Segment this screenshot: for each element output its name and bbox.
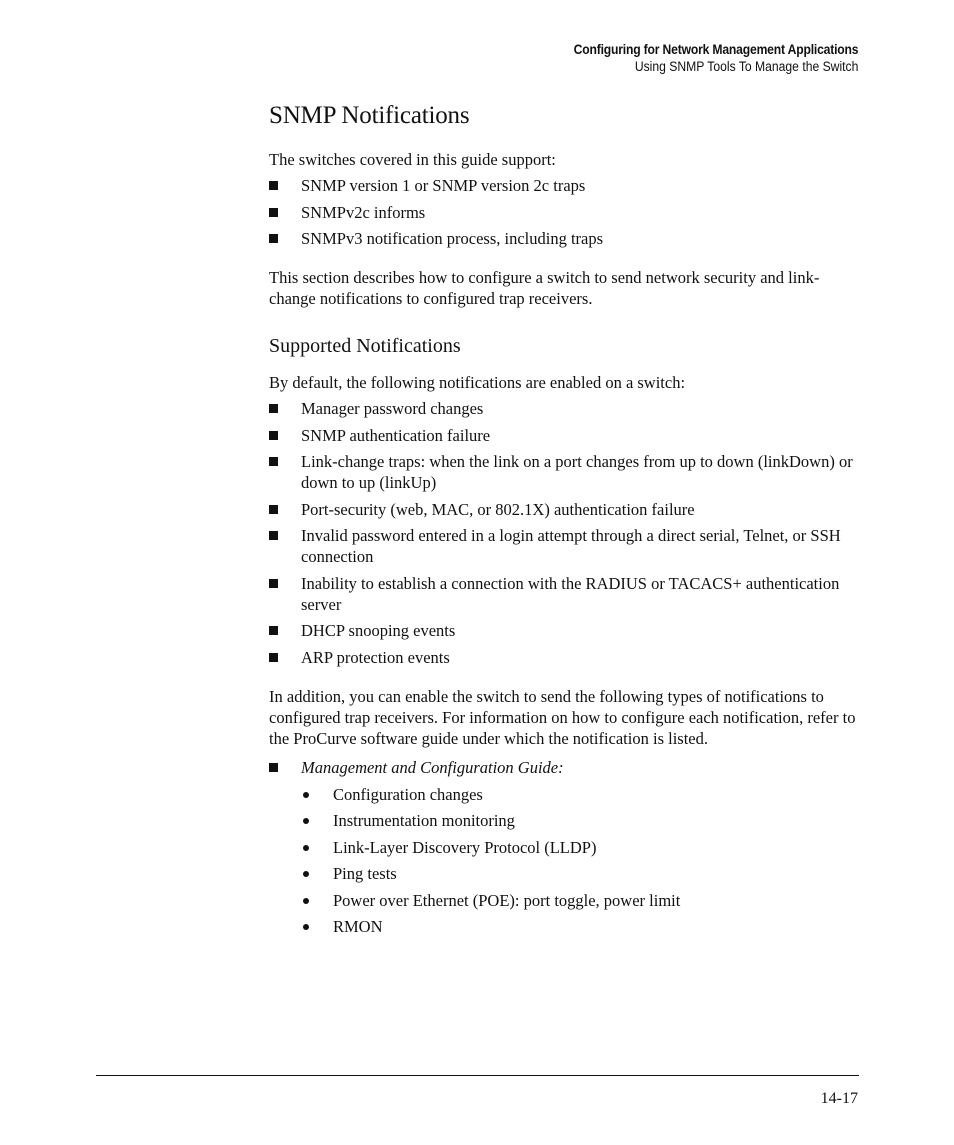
page-content: SNMP Notifications The switches covered …	[269, 100, 861, 943]
footer-divider	[96, 1075, 859, 1076]
description-text: This section describes how to configure …	[269, 268, 820, 308]
subsection-title: Supported Notifications	[269, 335, 461, 357]
list-item: Power over Ethernet (POE): port toggle, …	[301, 890, 861, 911]
round-bullet-icon	[303, 844, 309, 851]
list-item: Link-Layer Discovery Protocol (LLDP)	[301, 837, 861, 858]
list-item: Port-security (web, MAC, or 802.1X) auth…	[269, 499, 861, 520]
square-bullet-icon	[269, 404, 278, 413]
default-notifications-list: Manager password changes SNMP authentica…	[269, 398, 861, 668]
square-bullet-icon	[269, 457, 278, 466]
default-intro-text: By default, the following notifications …	[269, 373, 686, 392]
support-list: SNMP version 1 or SNMP version 2c traps …	[269, 175, 861, 249]
list-item: ARP protection events	[269, 647, 861, 668]
list-item: Manager password changes	[269, 398, 861, 419]
additional-intro-text: In addition, you can enable the switch t…	[269, 686, 856, 748]
intro-text: The switches covered in this guide suppo…	[269, 150, 556, 169]
list-item: RMON	[301, 916, 861, 937]
list-item: SNMP version 1 or SNMP version 2c traps	[269, 175, 861, 196]
page-number: 14-17	[820, 1090, 858, 1107]
section-title: Using SNMP Tools To Manage the Switch	[634, 59, 858, 74]
list-item: Ping tests	[301, 863, 861, 884]
list-item: Link-change traps: when the link on a po…	[269, 451, 861, 493]
round-bullet-icon	[303, 818, 309, 824]
square-bullet-icon	[269, 626, 278, 635]
guide-item: Management and Configuration Guide: Conf…	[269, 757, 861, 938]
square-bullet-icon	[269, 430, 278, 440]
guides-list: Management and Configuration Guide: Conf…	[269, 757, 861, 938]
guide-name: Management and Configuration Guide:	[301, 757, 564, 777]
square-bullet-icon	[269, 531, 278, 540]
round-bullet-icon	[303, 897, 309, 904]
square-bullet-icon	[269, 652, 278, 662]
round-bullet-icon	[303, 924, 309, 930]
running-header: Configuring for Network Management Appli…	[542, 41, 858, 75]
chapter-title: Configuring for Network Management Appli…	[573, 42, 858, 57]
page-title: SNMP Notifications	[269, 102, 470, 129]
list-item: SNMPv3 notification process, including t…	[269, 228, 861, 249]
square-bullet-icon	[269, 762, 278, 772]
list-item: SNMP authentication failure	[269, 425, 861, 446]
list-item: SNMPv2c informs	[269, 202, 861, 223]
list-item: DHCP snooping events	[269, 620, 861, 641]
guide-notifications-list: Configuration changes Instrumentation mo…	[301, 784, 861, 938]
square-bullet-icon	[269, 207, 278, 217]
square-bullet-icon	[269, 234, 278, 243]
round-bullet-icon	[303, 791, 309, 798]
list-item: Inability to establish a connection with…	[269, 573, 861, 615]
square-bullet-icon	[269, 504, 278, 514]
round-bullet-icon	[303, 871, 309, 877]
list-item: Invalid password entered in a login atte…	[269, 525, 861, 567]
square-bullet-icon	[269, 181, 278, 190]
list-item: Configuration changes	[301, 784, 861, 805]
square-bullet-icon	[269, 578, 278, 588]
list-item: Instrumentation monitoring	[301, 810, 861, 831]
